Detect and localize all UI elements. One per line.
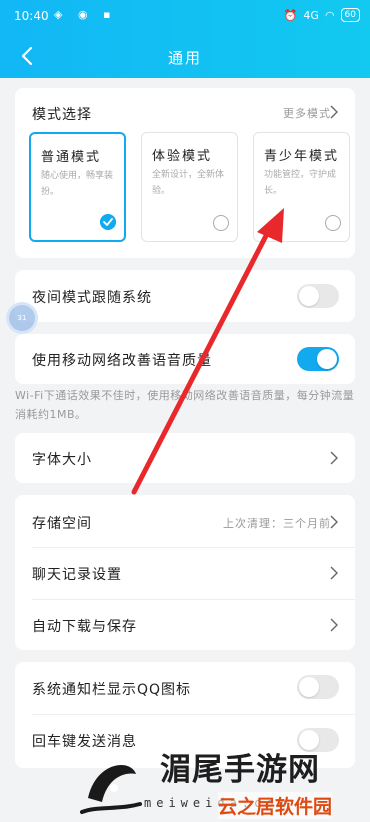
qq-icon-toggle[interactable] [297, 675, 339, 699]
night-mode-row[interactable]: 夜间模式跟随系统 [15, 270, 355, 322]
mode-option-name: 青少年模式 [264, 149, 340, 164]
font-size-label: 字体大小 [32, 452, 92, 468]
app-header: 10:40 ◈ ◉ ▪ ⏰ 4G ◠ 60 通用 [0, 0, 370, 78]
battery-icon: 60 [340, 8, 360, 22]
wifi-icon: ◠ [324, 8, 335, 22]
qq-icon-label: 系统通知栏显示QQ图标 [32, 682, 192, 698]
watermark-main-text: 湄尾手游网 [160, 752, 320, 788]
brush-logo-icon [80, 765, 142, 814]
network-label: 4G [303, 8, 319, 22]
mode-option-normal[interactable]: 普通模式 随心使用，畅享装扮。 [29, 132, 126, 242]
auto-download-row[interactable]: 自动下载与保存 [15, 600, 355, 650]
chevron-right-icon [330, 566, 338, 580]
status-bar: 10:40 ◈ ◉ ▪ ⏰ 4G ◠ 60 [0, 0, 370, 30]
night-mode-toggle[interactable] [297, 284, 339, 308]
status-time: 10:40 [14, 9, 49, 23]
page-title: 通用 [167, 49, 202, 67]
mode-option-desc: 随心使用，畅享装扮。 [41, 171, 114, 197]
mobile-network-hint: Wi-Fi下通话效果不佳时，使用移动网络改善语音质量，每分钟流量消耗约1MB。 [15, 389, 355, 421]
storage-last-cleared: 上次清理：三个月前 [223, 517, 331, 530]
mode-card: 模式选择 更多模式 普通模式 随心使用，畅享装扮。 体验模式 全新设计，全新体验… [15, 88, 355, 258]
night-mode-label: 夜间模式跟随系统 [32, 290, 152, 306]
auto-download-label: 自动下载与保存 [32, 619, 137, 635]
alarm-icon: ⏰ [283, 8, 298, 22]
qq-icon-row[interactable]: 系统通知栏显示QQ图标 [15, 662, 355, 714]
mode-label: 模式选择 [32, 107, 92, 123]
chevron-right-icon [330, 618, 338, 632]
radio-icon[interactable] [325, 215, 341, 231]
chevron-right-icon [330, 515, 338, 529]
chevron-right-icon[interactable] [329, 105, 339, 119]
storage-label: 存储空间 [32, 516, 92, 532]
watermark: 湄尾手游网 meiweida.com 云之居软件园 [78, 744, 370, 822]
storage-row[interactable]: 存储空间 上次清理：三个月前 [15, 495, 355, 547]
mobile-network-toggle[interactable] [297, 347, 339, 371]
chat-history-row[interactable]: 聊天记录设置 [15, 548, 355, 599]
watermark-site: 云之居软件园 [218, 792, 333, 819]
mode-option-name: 普通模式 [41, 150, 102, 165]
font-size-row[interactable]: 字体大小 [15, 433, 355, 483]
status-right-icons: ⏰ 4G ◠ 60 [284, 8, 360, 22]
storage-card: 存储空间 上次清理：三个月前 聊天记录设置 自动下载与保存 [15, 495, 355, 650]
mode-option-desc: 功能管控，守护成长。 [264, 170, 337, 196]
more-modes-link[interactable]: 更多模式 [283, 105, 331, 121]
checked-radio-icon[interactable] [100, 214, 116, 230]
notification-icons: ◈ ◉ ▪ [54, 8, 117, 21]
mobile-network-label: 使用移动网络改善语音质量 [32, 353, 212, 369]
floating-ball[interactable]: 31 [6, 302, 38, 334]
chevron-right-icon [330, 451, 338, 465]
mode-option-youth[interactable]: 青少年模式 功能管控，守护成长。 [253, 132, 350, 242]
chat-history-label: 聊天记录设置 [32, 567, 122, 583]
mode-option-name: 体验模式 [152, 149, 213, 164]
radio-icon[interactable] [213, 215, 229, 231]
mode-option-experience[interactable]: 体验模式 全新设计，全新体验。 [141, 132, 238, 242]
mobile-network-row[interactable]: 使用移动网络改善语音质量 [15, 334, 355, 384]
mode-option-desc: 全新设计，全新体验。 [152, 170, 225, 196]
